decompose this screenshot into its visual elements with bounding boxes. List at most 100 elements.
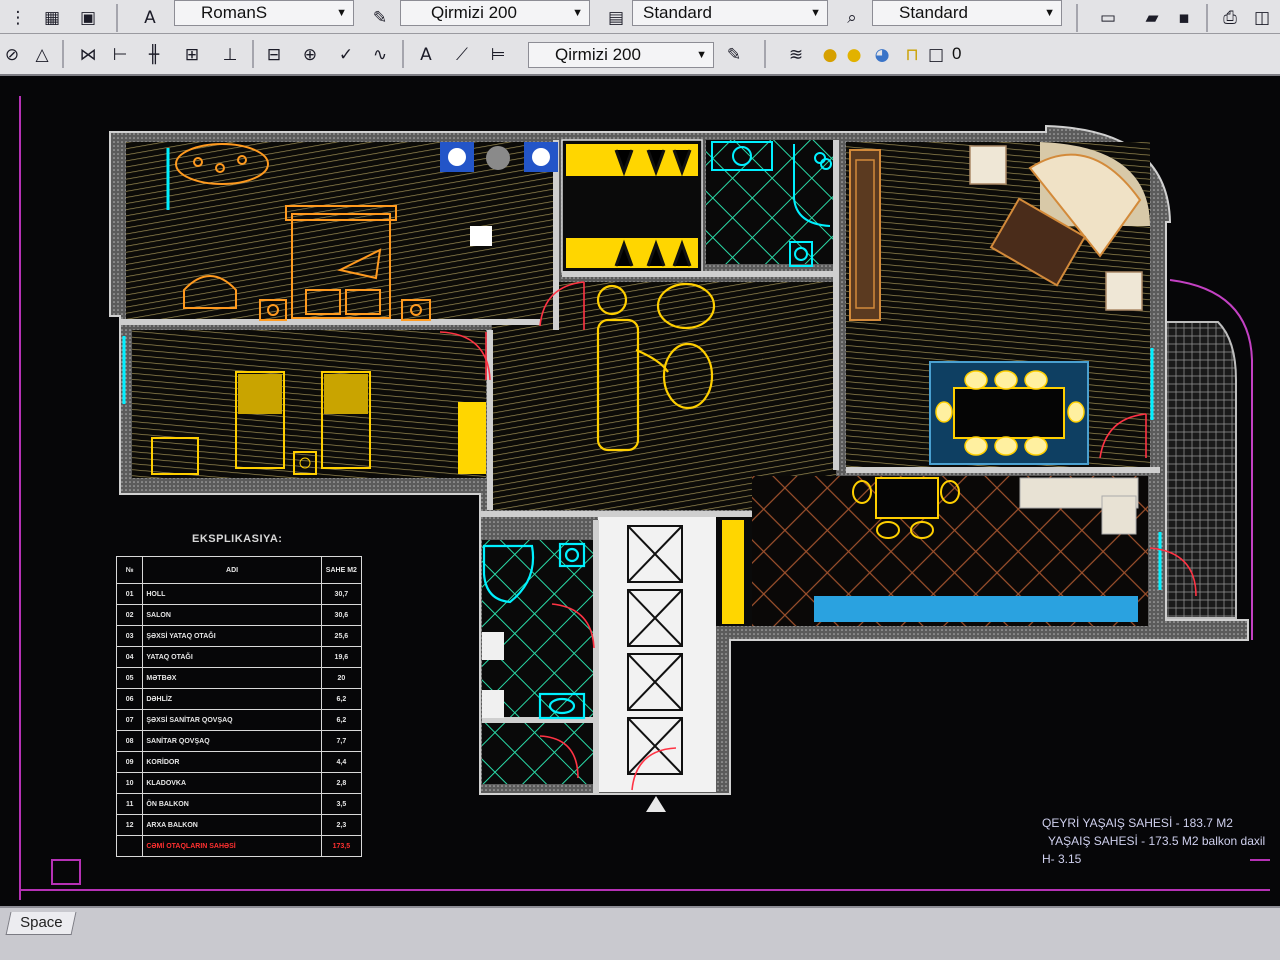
dim-style-pen-icon[interactable]: ✎ <box>722 43 746 67</box>
jogged-linear-icon[interactable]: ∿ <box>368 43 392 67</box>
legend-header-number: № <box>115 556 144 584</box>
open-file-icon[interactable]: ▰ <box>1140 6 1164 30</box>
legend-total-row: CƏMİ OTAQLARIN SAHƏSİ 173,5 <box>115 835 363 857</box>
legend-cell-number: 03 <box>115 625 144 647</box>
legend-cell-number: 07 <box>115 709 144 731</box>
chevron-down-icon: ▼ <box>696 49 707 61</box>
bath-cabinet <box>482 632 504 660</box>
multileader-icon[interactable]: ⌕ <box>840 6 864 30</box>
bath-cabinet-2 <box>482 690 504 718</box>
legend-cell-number: 08 <box>115 730 144 752</box>
room-hall <box>492 282 836 510</box>
table-style-select[interactable]: Standard ▼ <box>872 0 1062 26</box>
legend-cell-number: 01 <box>115 583 144 605</box>
freeze-icon[interactable]: ◕ <box>870 43 894 67</box>
dim-style-select[interactable]: Standard ▼ <box>632 0 828 26</box>
layers-icon[interactable]: ≋ <box>784 43 808 67</box>
height-note: H- 3.15 <box>1042 852 1082 866</box>
new-file-icon[interactable]: ▭ <box>1096 6 1120 30</box>
area-notes: QEYRİ YAŞAIŞ SAHESİ - 183.7 M2 YAŞAIŞ SA… <box>1042 814 1265 868</box>
text-style-icon[interactable]: A <box>138 6 162 30</box>
continue-dim-icon[interactable]: ╫ <box>142 43 166 67</box>
legend-row: 10 KLADOVKA 2,8 <box>115 772 363 794</box>
chevron-down-icon: ▼ <box>572 7 583 19</box>
legend-cell-name: ŞƏXSİ SANİTAR QOVŞAQ <box>142 709 322 731</box>
angular-dim-icon[interactable]: △ <box>30 43 54 67</box>
legend-row: 07 ŞƏXSİ SANİTAR QOVŞAQ 6,2 <box>115 709 363 731</box>
baseline-dim-icon[interactable]: ⊢ <box>108 43 132 67</box>
legend-cell-number: 12 <box>115 814 144 836</box>
legend-row: 01 HOLL 30,7 <box>115 583 363 605</box>
layout-tabs-bar: Space <box>0 906 1280 960</box>
room-legend-table: № ADI SAHE M2 01 HOLL 30,7 02 SALON 30,6 03 ŞƏX… <box>115 556 363 868</box>
legend-cell-name: HOLL <box>142 583 322 605</box>
space-dim-icon[interactable]: ⊞ <box>180 43 204 67</box>
sun-icon[interactable]: ● <box>842 43 866 67</box>
layer-color-select[interactable]: Qirmizi 200 ▼ <box>400 0 590 26</box>
legend-cell-area: 7,7 <box>320 730 363 752</box>
legend-cell-area: 2,3 <box>320 814 363 836</box>
dim-layer-value: Qirmizi 200 <box>555 45 641 64</box>
legend-cell-number: 09 <box>115 751 144 773</box>
color-swatch-icon[interactable]: □ <box>924 43 948 67</box>
center-mark-icon[interactable]: ⊕ <box>298 43 322 67</box>
legend-row: 11 ÖN BALKON 3,5 <box>115 793 363 815</box>
block-icon[interactable]: ▣ <box>76 6 100 30</box>
legend-row: 08 SANİTAR QOVŞAQ 7,7 <box>115 730 363 752</box>
break-dim-icon[interactable]: ⊥ <box>218 43 242 67</box>
radius-dim-icon[interactable]: ⊘ <box>0 43 24 67</box>
legend-cell-name: ŞƏXSİ YATAQ OTAĞI <box>142 625 322 647</box>
overflow-icon[interactable]: ⋮ <box>6 6 30 30</box>
legend-cell-number: 04 <box>115 646 144 668</box>
text-style-value: RomanS <box>201 3 268 22</box>
lock-icon[interactable]: ⊓ <box>900 43 924 67</box>
dim-text-edit-icon[interactable]: ⟋ <box>450 43 474 67</box>
chevron-down-icon: ▼ <box>810 7 821 19</box>
layer-color-value: Qirmizi 200 <box>431 3 517 22</box>
legend-cell-number <box>115 835 144 857</box>
legend-cell-name: KORİDOR <box>142 751 322 773</box>
dim-layer-select[interactable]: Qirmizi 200 ▼ <box>528 42 714 68</box>
legend-row: 12 ARXA BALKON 2,3 <box>115 814 363 836</box>
legend-cell-name: SALON <box>142 604 322 626</box>
legend-cell-name: CƏMİ OTAQLARIN SAHƏSİ <box>142 835 322 857</box>
light-bulb-icon[interactable]: ● <box>818 43 842 67</box>
legend-row: 04 YATAQ OTAĞI 19,6 <box>115 646 363 668</box>
save-icon[interactable]: ▪ <box>1172 6 1196 30</box>
grid-icon[interactable]: ▦ <box>40 6 64 30</box>
table-icon[interactable]: ▤ <box>604 6 628 30</box>
layer-number: 0 <box>952 44 962 63</box>
chevron-down-icon: ▼ <box>1044 7 1055 19</box>
tab-model-space-label: Space <box>19 914 63 931</box>
legend-cell-name: KLADOVKA <box>142 772 322 794</box>
legend-cell-name: YATAQ OTAĞI <box>142 646 322 668</box>
plot-icon[interactable]: ⎙ <box>1218 6 1242 30</box>
legend-row: 05 MƏTBƏX 20 <box>115 667 363 689</box>
legend-cell-area: 20 <box>320 667 363 689</box>
inspect-icon[interactable]: ✓ <box>334 43 358 67</box>
legend-cell-number: 02 <box>115 604 144 626</box>
text-style-select[interactable]: RomanS ▼ <box>174 0 354 26</box>
pen-icon[interactable]: ✎ <box>368 6 392 30</box>
entrance-marker <box>646 796 666 812</box>
legend-title: EKSPLIKASIYA: <box>192 533 283 545</box>
tolerance-icon[interactable]: ⊟ <box>262 43 286 67</box>
dim-edit-icon[interactable]: A <box>414 43 438 67</box>
legend-cell-name: ARXA BALKON <box>142 814 322 836</box>
legend-cell-area: 173,5 <box>320 835 363 857</box>
legend-row: 06 DƏHLİZ 6,2 <box>115 688 363 710</box>
room-bedroom <box>132 330 486 478</box>
quick-dim-icon[interactable]: ⋈ <box>76 43 100 67</box>
living-area-note: YAŞAIŞ SAHESİ - 173.5 M2 balkon daxil <box>1048 834 1266 848</box>
dim-update-icon[interactable]: ⊨ <box>486 43 510 67</box>
legend-cell-name: ÖN BALKON <box>142 793 322 815</box>
preview-icon[interactable]: ◫ <box>1250 6 1274 30</box>
legend-row: 03 ŞƏXSİ YATAQ OTAĞI 25,6 <box>115 625 363 647</box>
legend-cell-area: 3,5 <box>320 793 363 815</box>
dimension-toolbar: ⊘ △ ⋈ ⊢ ╫ ⊞ ⊥ ⊟ ⊕ ✓ ∿ A ⟋ ⊨ Qirmizi 200 ▼… <box>0 34 1280 76</box>
legend-cell-number: 10 <box>115 772 144 794</box>
tab-model-space[interactable]: Space <box>5 912 77 935</box>
dim-style-value: Standard <box>643 3 712 22</box>
legend-cell-name: DƏHLİZ <box>142 688 322 710</box>
balcony-right <box>1158 321 1237 619</box>
